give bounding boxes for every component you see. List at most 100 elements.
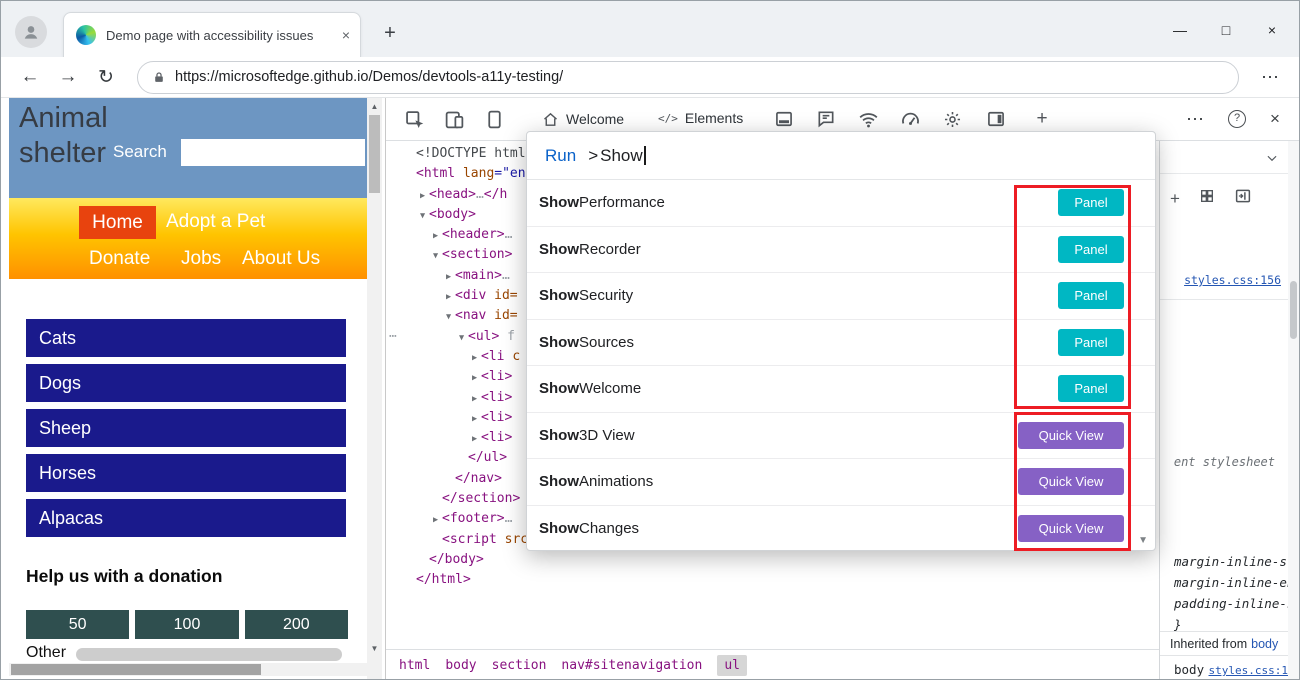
page-vertical-scrollbar[interactable]: ▲ ▼ bbox=[367, 98, 382, 679]
command-item-rest: Changes bbox=[579, 519, 640, 537]
other-amount-slider[interactable] bbox=[76, 648, 342, 661]
scroll-up-icon[interactable]: ▲ bbox=[367, 102, 382, 111]
nav-link-adopt-a-pet[interactable]: Adopt a Pet bbox=[166, 211, 265, 233]
expand-icon[interactable]: ▶ bbox=[429, 226, 442, 246]
nav-link-about-us[interactable]: About Us bbox=[242, 248, 320, 270]
expand-icon[interactable]: ▶ bbox=[442, 267, 455, 287]
expand-icon[interactable]: ▶ bbox=[429, 510, 442, 530]
dom-token: <section> bbox=[442, 247, 513, 263]
styles-scrollbar[interactable] bbox=[1288, 141, 1299, 679]
command-item-show-sources[interactable]: Show Sources Panel bbox=[527, 320, 1155, 366]
performance-icon[interactable] bbox=[898, 107, 922, 131]
collapse-icon[interactable]: ▼ bbox=[442, 307, 455, 327]
maximize-button[interactable]: □ bbox=[1203, 15, 1249, 45]
tab-close-icon[interactable]: × bbox=[342, 27, 350, 43]
command-query: Show bbox=[600, 145, 643, 165]
device-frame-icon[interactable] bbox=[482, 107, 506, 131]
forward-button[interactable]: → bbox=[49, 66, 87, 88]
address-bar[interactable]: https://microsoftedge.github.io/Demos/de… bbox=[137, 60, 1239, 94]
dock-bottom-icon[interactable] bbox=[772, 107, 796, 131]
back-button[interactable]: ← bbox=[11, 66, 49, 88]
search-input[interactable] bbox=[181, 139, 365, 166]
dock-side-icon[interactable] bbox=[984, 107, 1008, 131]
inspect-icon[interactable] bbox=[402, 107, 426, 131]
browser-titlebar: Demo page with accessibility issues × + … bbox=[1, 1, 1299, 57]
site-nav: Home Adopt a Pet Donate Jobs About Us bbox=[9, 198, 367, 279]
command-item-show-recorder[interactable]: Show Recorder Panel bbox=[527, 227, 1155, 273]
open-quick-view-icon[interactable] bbox=[1234, 187, 1252, 210]
breadcrumb-ul[interactable]: ul bbox=[717, 655, 747, 676]
command-item-show-animations[interactable]: Show Animations Quick View bbox=[527, 459, 1155, 506]
devtools-help-icon[interactable]: ? bbox=[1225, 107, 1249, 131]
expand-icon[interactable]: ▶ bbox=[442, 287, 455, 307]
styles-scroll-thumb[interactable] bbox=[1290, 281, 1297, 339]
expand-icon[interactable]: ▶ bbox=[468, 348, 481, 368]
chevron-down-icon[interactable] bbox=[1265, 151, 1279, 170]
command-item-match: Show bbox=[539, 426, 579, 444]
command-item-show-performance[interactable]: Show Performance Panel bbox=[527, 180, 1155, 227]
window-controls: — □ × bbox=[1157, 15, 1295, 45]
node-menu-icon[interactable]: ⋯ bbox=[389, 327, 397, 347]
category-item-horses[interactable]: Horses bbox=[26, 454, 346, 492]
other-label: Other bbox=[26, 644, 67, 661]
devtools-close-icon[interactable]: × bbox=[1263, 107, 1287, 131]
category-item-cats[interactable]: Cats bbox=[26, 319, 346, 357]
browser-tab[interactable]: Demo page with accessibility issues × bbox=[63, 12, 361, 57]
nav-link-jobs[interactable]: Jobs bbox=[181, 248, 221, 270]
breadcrumb-section[interactable]: section bbox=[492, 658, 547, 673]
new-tab-button[interactable]: + bbox=[377, 20, 403, 46]
collapse-icon[interactable]: ▼ bbox=[416, 206, 429, 226]
network-icon[interactable] bbox=[856, 107, 880, 131]
dom-node[interactable]: </html> bbox=[386, 570, 1159, 590]
command-item-show-changes[interactable]: Show Changes Quick View bbox=[527, 506, 1155, 551]
vscroll-thumb[interactable] bbox=[369, 115, 380, 193]
page-horizontal-scrollbar[interactable] bbox=[9, 663, 367, 676]
nav-link-donate[interactable]: Donate bbox=[89, 248, 150, 270]
donate-button-200[interactable]: 200 bbox=[244, 610, 348, 639]
category-item-dogs[interactable]: Dogs bbox=[26, 364, 346, 402]
new-style-rule-icon[interactable]: + bbox=[1170, 190, 1180, 207]
command-item-show-welcome[interactable]: Show Welcome Panel bbox=[527, 366, 1155, 413]
command-input[interactable]: Run > Show bbox=[527, 132, 1155, 180]
body-rule-row: body { styles.css:1 bbox=[1174, 662, 1288, 679]
expand-icon[interactable]: ▶ bbox=[468, 389, 481, 409]
tab-title: Demo page with accessibility issues bbox=[106, 27, 314, 43]
category-item-sheep[interactable]: Sheep bbox=[26, 409, 346, 447]
breadcrumb-body[interactable]: body bbox=[445, 658, 476, 673]
command-item-show-3d-view[interactable]: Show 3D View Quick View bbox=[527, 413, 1155, 459]
issues-icon[interactable] bbox=[814, 107, 838, 131]
stylesheet-link-top[interactable]: styles.css:156 bbox=[1184, 273, 1281, 287]
category-item-alpacas[interactable]: Alpacas bbox=[26, 499, 346, 537]
expand-icon[interactable]: ▶ bbox=[468, 429, 481, 449]
window-close-button[interactable]: × bbox=[1249, 15, 1295, 45]
nav-link-home[interactable]: Home bbox=[79, 206, 156, 239]
scroll-down-icon[interactable]: ▼ bbox=[367, 644, 382, 653]
expand-icon[interactable]: ▶ bbox=[416, 186, 429, 206]
navbar-more-icon[interactable]: ⋯ bbox=[1251, 67, 1289, 88]
command-item-match: Show bbox=[539, 380, 579, 398]
command-scroll-down-icon[interactable]: ▼ bbox=[1138, 535, 1148, 546]
collapse-icon[interactable]: ▼ bbox=[455, 328, 468, 348]
dom-node[interactable]: </body> bbox=[386, 550, 1159, 570]
minimize-button[interactable]: — bbox=[1157, 15, 1203, 45]
donate-button-100[interactable]: 100 bbox=[135, 610, 239, 639]
breadcrumb-nav-sitenavigation[interactable]: nav#sitenavigation bbox=[561, 658, 702, 673]
hscroll-thumb[interactable] bbox=[11, 664, 261, 675]
expand-icon[interactable]: ▶ bbox=[468, 368, 481, 388]
profile-avatar[interactable] bbox=[15, 16, 47, 48]
add-panel-icon[interactable]: + bbox=[1030, 107, 1054, 131]
device-emulation-icon[interactable] bbox=[442, 107, 466, 131]
devtools-more-icon[interactable]: ⋯ bbox=[1183, 107, 1207, 131]
stylesheet-link-bottom[interactable]: styles.css:1 bbox=[1209, 664, 1288, 677]
settings-gear-icon[interactable] bbox=[940, 107, 964, 131]
css-line: margin-inline-start: 0px; bbox=[1174, 554, 1299, 569]
expand-icon[interactable]: ▶ bbox=[468, 409, 481, 429]
collapse-icon[interactable]: ▼ bbox=[429, 246, 442, 266]
breadcrumb-html[interactable]: html bbox=[399, 658, 430, 673]
refresh-button[interactable]: ↻ bbox=[87, 66, 125, 89]
inherited-body-link[interactable]: body bbox=[1251, 637, 1278, 651]
inherited-from-bar: Inherited from body bbox=[1160, 631, 1288, 656]
donate-button-50[interactable]: 50 bbox=[26, 610, 130, 639]
pseudo-state-icon[interactable] bbox=[1199, 188, 1215, 209]
command-item-show-security[interactable]: Show Security Panel bbox=[527, 273, 1155, 320]
